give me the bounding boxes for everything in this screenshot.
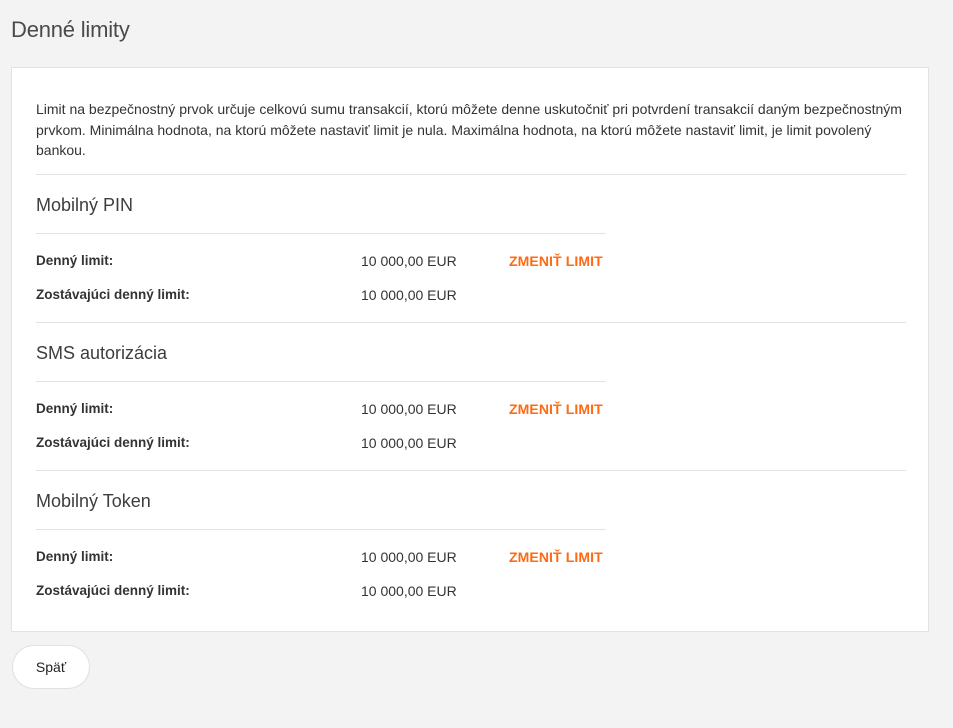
intro-text: Limit na bezpečnostný prvok určuje celko… [36, 101, 902, 158]
section-header-divider [36, 529, 606, 530]
remaining-limit-label: Zostávajúci denný limit: [36, 287, 190, 302]
daily-limit-value: 10 000,00 EUR [361, 253, 457, 269]
section-title-mobilny-token: Mobilný Token [36, 491, 151, 511]
remaining-limit-value: 10 000,00 EUR [361, 287, 457, 303]
change-limit-button-mobilny-token[interactable]: ZMENIŤ LIMIT [509, 549, 603, 565]
daily-limit-label: Denný limit: [36, 401, 114, 416]
section-title-sms-autorizacia: SMS autorizácia [36, 343, 168, 363]
section-divider [36, 174, 906, 175]
daily-limit-label: Denný limit: [36, 549, 114, 564]
limits-card: Limit na bezpečnostný prvok určuje celko… [11, 67, 929, 632]
daily-limit-value: 10 000,00 EUR [361, 549, 457, 565]
page-title: Denné limity [11, 17, 130, 42]
change-limit-button-mobilny-pin[interactable]: ZMENIŤ LIMIT [509, 253, 603, 269]
section-divider [36, 322, 906, 323]
remaining-limit-label: Zostávajúci denný limit: [36, 435, 190, 450]
section-title-mobilny-pin: Mobilný PIN [36, 195, 134, 215]
back-button[interactable]: Späť [12, 645, 90, 689]
remaining-limit-value: 10 000,00 EUR [361, 435, 457, 451]
section-header-divider [36, 233, 606, 234]
remaining-limit-value: 10 000,00 EUR [361, 583, 457, 599]
daily-limit-value: 10 000,00 EUR [361, 401, 457, 417]
remaining-limit-label: Zostávajúci denný limit: [36, 583, 190, 598]
section-divider [36, 470, 906, 471]
daily-limit-label: Denný limit: [36, 253, 114, 268]
section-header-divider [36, 381, 606, 382]
change-limit-button-sms-autorizacia[interactable]: ZMENIŤ LIMIT [509, 401, 603, 417]
